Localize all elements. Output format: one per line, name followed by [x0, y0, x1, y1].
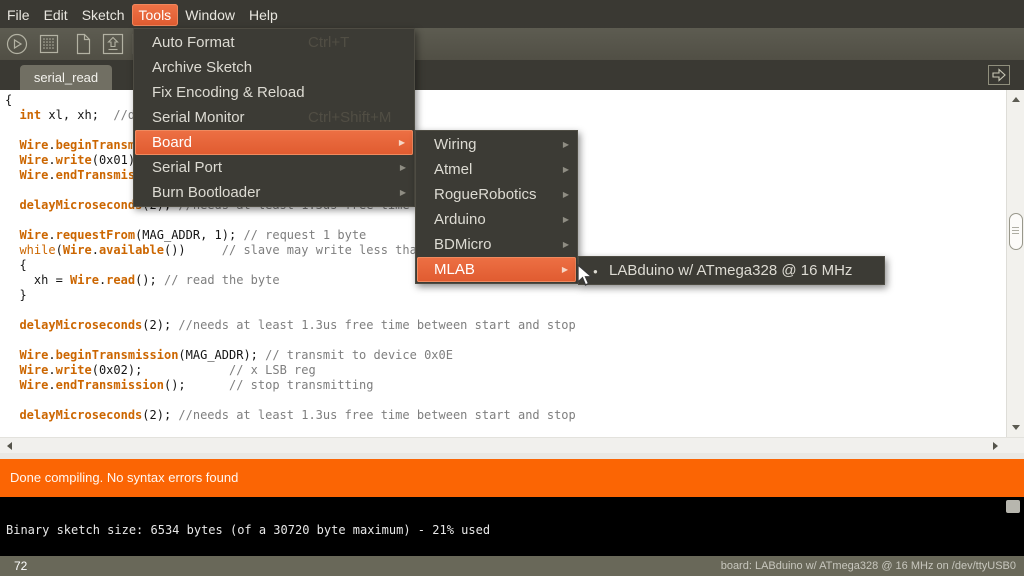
- board-menu-item-arduino[interactable]: Arduino ▶: [416, 207, 577, 232]
- menu-item-label: Wiring: [434, 136, 477, 153]
- verify-icon[interactable]: [4, 31, 30, 57]
- arrow-right-icon: [989, 66, 1009, 84]
- menu-shortcut: Ctrl+Shift+M: [308, 105, 391, 130]
- code-line: Wire.write(0x02); // x LSB reg: [5, 363, 1006, 378]
- tools-menu-item-archive-sketch[interactable]: Archive Sketch: [134, 55, 414, 80]
- code-line: [5, 393, 1006, 408]
- code-line: delayMicroseconds(2); //needs at least 1…: [5, 408, 1006, 423]
- menu-file[interactable]: File: [0, 4, 37, 26]
- submenu-arrow-icon: ▶: [563, 207, 569, 232]
- horizontal-scrollbar[interactable]: [0, 437, 1024, 453]
- submenu-arrow-icon: ▶: [563, 232, 569, 257]
- open-sketch-icon[interactable]: [100, 31, 126, 57]
- submenu-arrow-icon: ▶: [400, 155, 406, 180]
- board-menu-item-atmel[interactable]: Atmel ▶: [416, 157, 577, 182]
- tools-menu-item-board[interactable]: Board ▶: [135, 130, 413, 155]
- board-info: board: LABduino w/ ATmega328 @ 16 MHz on…: [721, 556, 1016, 576]
- board-menu-item-mlab[interactable]: MLAB ▶: [417, 257, 576, 282]
- board-menu-item-bdmicro[interactable]: BDMicro ▶: [416, 232, 577, 257]
- vertical-scrollbar[interactable]: [1006, 90, 1024, 437]
- menu-item-label: Archive Sketch: [152, 59, 252, 76]
- submenu-arrow-icon: ▶: [563, 132, 569, 157]
- menu-item-label: BDMicro: [434, 236, 492, 253]
- vertical-scrollbar-thumb[interactable]: [1009, 213, 1023, 250]
- board-submenu: Wiring▶Atmel▶RogueRobotics▶Arduino▶BDMic…: [415, 130, 578, 284]
- menu-item-label: Serial Monitor: [152, 109, 245, 126]
- scroll-left-arrow-icon[interactable]: [7, 442, 12, 450]
- tools-menu: Auto Format Ctrl+T Archive Sketch Fix Encod…: [133, 28, 415, 207]
- mlab-menu-item-labduino-w-atmega328-16-mhz[interactable]: ●LABduino w/ ATmega328 @ 16 MHz: [579, 258, 884, 283]
- tools-menu-item-fix-encoding-reload[interactable]: Fix Encoding & Reload: [134, 80, 414, 105]
- code-line: Wire.beginTransmission(MAG_ADDR); // tra…: [5, 348, 1006, 363]
- compile-status-bar: Done compiling. No syntax errors found: [0, 459, 1024, 497]
- menu-help[interactable]: Help: [242, 4, 285, 26]
- tools-menu-item-auto-format[interactable]: Auto Format Ctrl+T: [134, 30, 414, 55]
- code-line: delayMicroseconds(2); //needs at least 1…: [5, 318, 1006, 333]
- submenu-arrow-icon: ▶: [399, 130, 405, 155]
- line-number: 72: [0, 559, 27, 573]
- console-scrollbar-thumb[interactable]: [1006, 500, 1020, 513]
- status-bar: 72 board: LABduino w/ ATmega328 @ 16 MHz…: [0, 556, 1024, 576]
- thumb-grip: [1012, 227, 1019, 235]
- mlab-submenu: ●LABduino w/ ATmega328 @ 16 MHz: [578, 256, 885, 285]
- scroll-right-arrow-icon[interactable]: [993, 442, 998, 450]
- menu-tools[interactable]: Tools: [132, 4, 179, 26]
- menu-item-label: MLAB: [434, 261, 475, 278]
- board-menu-item-roguerobotics[interactable]: RogueRobotics ▶: [416, 182, 577, 207]
- submenu-arrow-icon: ▶: [563, 182, 569, 207]
- mouse-cursor-icon: [576, 264, 596, 288]
- tab-serial-read[interactable]: serial_read: [20, 65, 112, 90]
- board-menu-item-wiring[interactable]: Wiring ▶: [416, 132, 577, 157]
- tools-menu-item-serial-monitor[interactable]: Serial Monitor Ctrl+Shift+M: [134, 105, 414, 130]
- tab-menu-button[interactable]: [988, 65, 1010, 85]
- menu-bar: FileEditSketchToolsWindowHelp: [0, 0, 1024, 28]
- menu-edit[interactable]: Edit: [37, 4, 75, 26]
- submenu-arrow-icon: ▶: [562, 257, 568, 282]
- stop-icon[interactable]: [36, 31, 62, 57]
- tools-menu-item-burn-bootloader[interactable]: Burn Bootloader ▶: [134, 180, 414, 205]
- menu-item-label: Serial Port: [152, 159, 222, 176]
- code-line: Wire.endTransmission(); // stop transmit…: [5, 378, 1006, 393]
- submenu-arrow-icon: ▶: [400, 180, 406, 205]
- menu-shortcut: Ctrl+T: [308, 30, 349, 55]
- menu-sketch[interactable]: Sketch: [75, 4, 132, 26]
- code-line: }: [5, 288, 1006, 303]
- menu-item-label: Fix Encoding & Reload: [152, 84, 305, 101]
- menu-item-label: Auto Format: [152, 34, 235, 51]
- menu-item-label: Burn Bootloader: [152, 184, 260, 201]
- menu-item-label: RogueRobotics: [434, 186, 537, 203]
- console-output: Binary sketch size: 6534 bytes (of a 307…: [0, 497, 1024, 556]
- menu-item-label: Atmel: [434, 161, 472, 178]
- code-line: [5, 303, 1006, 318]
- menu-window[interactable]: Window: [178, 4, 242, 26]
- submenu-arrow-icon: ▶: [563, 157, 569, 182]
- menu-item-label: Board: [152, 134, 192, 151]
- code-line: [5, 333, 1006, 348]
- new-sketch-icon[interactable]: [70, 31, 96, 57]
- menu-item-label: LABduino w/ ATmega328 @ 16 MHz: [609, 262, 852, 279]
- console-line: Binary sketch size: 6534 bytes (of a 307…: [6, 523, 490, 537]
- scroll-down-arrow-icon[interactable]: [1012, 425, 1020, 430]
- scroll-up-arrow-icon[interactable]: [1012, 97, 1020, 102]
- tools-menu-item-serial-port[interactable]: Serial Port ▶: [134, 155, 414, 180]
- menu-item-label: Arduino: [434, 211, 486, 228]
